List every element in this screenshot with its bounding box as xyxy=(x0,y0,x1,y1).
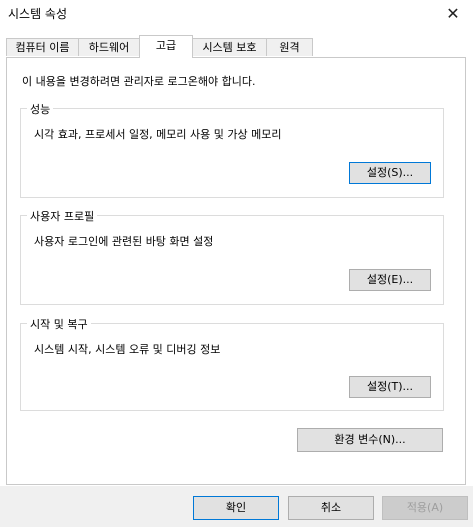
window-title: 시스템 속성 xyxy=(8,7,68,21)
tab-system-protection[interactable]: 시스템 보호 xyxy=(192,38,267,56)
admin-notice: 이 내용을 변경하려면 관리자로 로그온해야 합니다. xyxy=(22,75,256,88)
cancel-button[interactable]: 취소 xyxy=(288,496,374,520)
tab-computer-name[interactable]: 컴퓨터 이름 xyxy=(6,38,79,56)
performance-group-title: 성능 xyxy=(27,101,54,117)
user-profiles-description: 사용자 로그인에 관련된 바탕 화면 설정 xyxy=(34,235,214,248)
startup-recovery-group: 시작 및 복구 시스템 시작, 시스템 오류 및 디버깅 정보 설정(T)... xyxy=(20,316,444,411)
tab-advanced[interactable]: 고급 xyxy=(139,35,193,58)
user-profiles-settings-button[interactable]: 설정(E)... xyxy=(349,269,431,291)
tab-strip: 컴퓨터 이름 하드웨어 고급 시스템 보호 원격 xyxy=(0,35,473,58)
title-bar: 시스템 속성 ✕ xyxy=(0,0,473,30)
performance-description: 시각 효과, 프로세서 일정, 메모리 사용 및 가상 메모리 xyxy=(34,128,282,141)
performance-group: 성능 시각 효과, 프로세서 일정, 메모리 사용 및 가상 메모리 설정(S)… xyxy=(20,101,444,198)
startup-recovery-group-title: 시작 및 복구 xyxy=(27,316,91,332)
tab-remote[interactable]: 원격 xyxy=(266,38,313,56)
tab-hardware[interactable]: 하드웨어 xyxy=(78,38,140,56)
startup-recovery-description: 시스템 시작, 시스템 오류 및 디버깅 정보 xyxy=(34,343,221,356)
performance-settings-button[interactable]: 설정(S)... xyxy=(349,162,431,184)
dialog-footer: 확인 취소 적용(A) xyxy=(0,486,473,527)
user-profiles-group-title: 사용자 프로필 xyxy=(27,208,98,224)
environment-variables-button[interactable]: 환경 변수(N)... xyxy=(297,428,443,452)
close-icon[interactable]: ✕ xyxy=(439,2,467,26)
user-profiles-group: 사용자 프로필 사용자 로그인에 관련된 바탕 화면 설정 설정(E)... xyxy=(20,208,444,305)
startup-recovery-settings-button[interactable]: 설정(T)... xyxy=(349,376,431,398)
ok-button[interactable]: 확인 xyxy=(193,496,279,520)
apply-button[interactable]: 적용(A) xyxy=(382,496,468,520)
